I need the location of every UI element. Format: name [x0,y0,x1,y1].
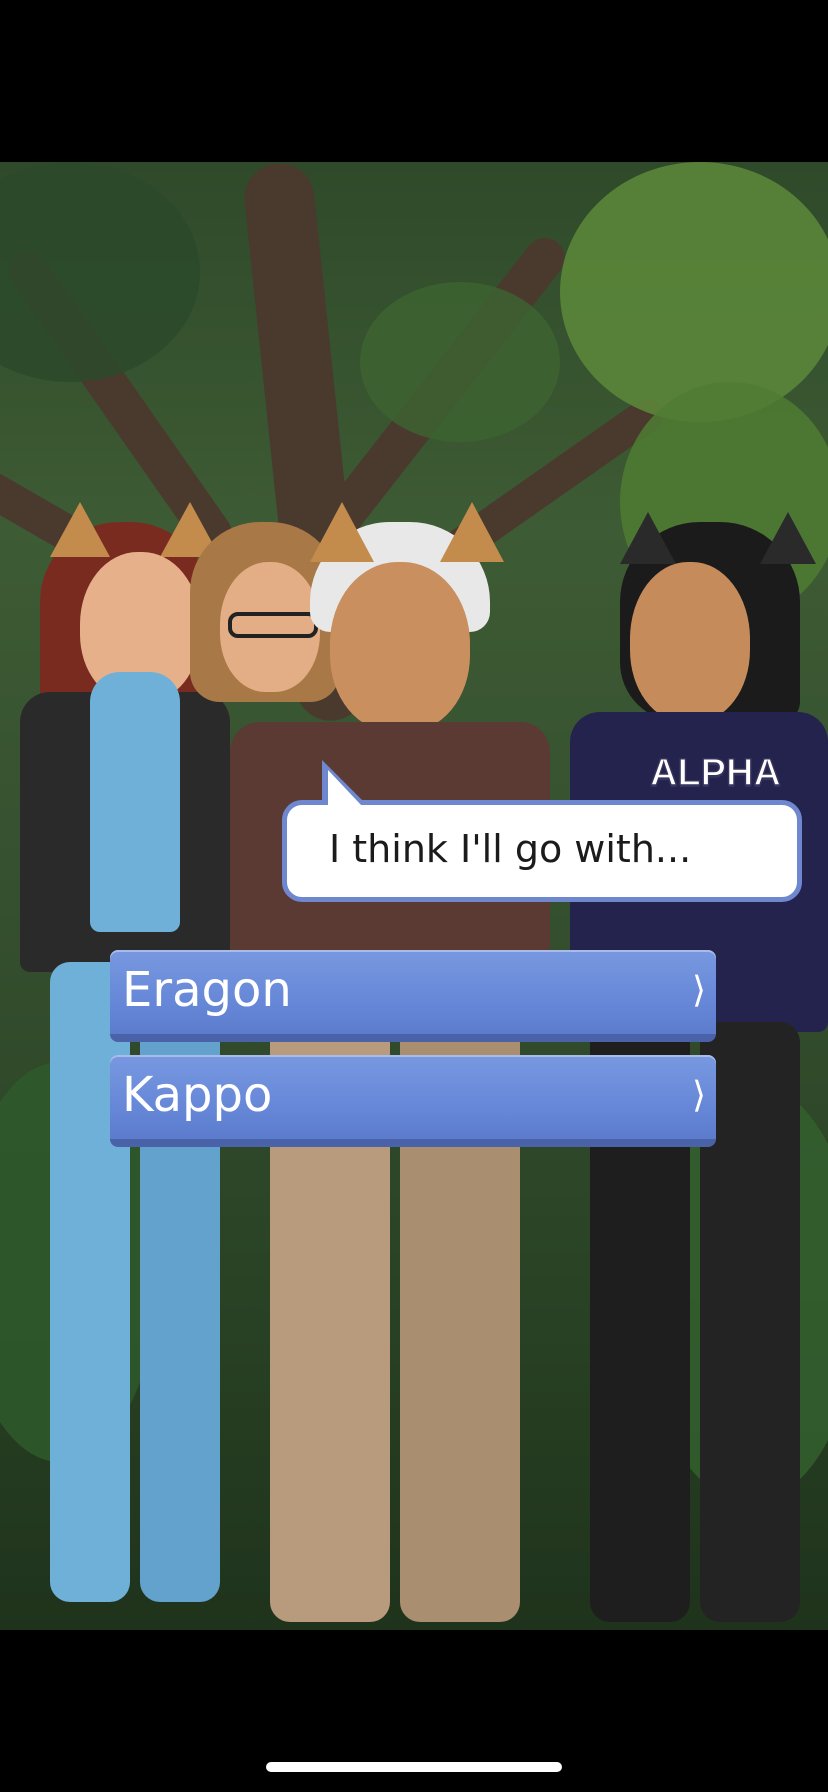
foliage [360,282,560,442]
speech-bubble: I think I'll go with... [282,800,802,902]
chevron-right-icon: ⟩ [691,1075,706,1116]
cat-ear [760,512,816,564]
cat-ear [620,512,676,564]
chevron-right-icon: ⟩ [691,970,706,1011]
cat-ear [50,502,110,557]
cat-ear [440,502,504,562]
home-indicator[interactable] [266,1762,562,1772]
choice-label: Eragon [122,962,292,1018]
blue-top [90,672,180,932]
choice-label: Kappo [122,1067,273,1123]
cat-ear [310,502,374,562]
face [330,562,470,732]
foliage [560,162,828,422]
choice-button-kappo[interactable]: Kappo ⟩ [110,1055,716,1147]
speaker-name: ALPHA [649,751,781,795]
dialogue-text: I think I'll go with... [329,827,692,871]
face [630,562,750,722]
speech-bubble-tail-fill [328,770,362,806]
foliage [0,162,200,382]
choice-button-eragon[interactable]: Eragon ⟩ [110,950,716,1042]
